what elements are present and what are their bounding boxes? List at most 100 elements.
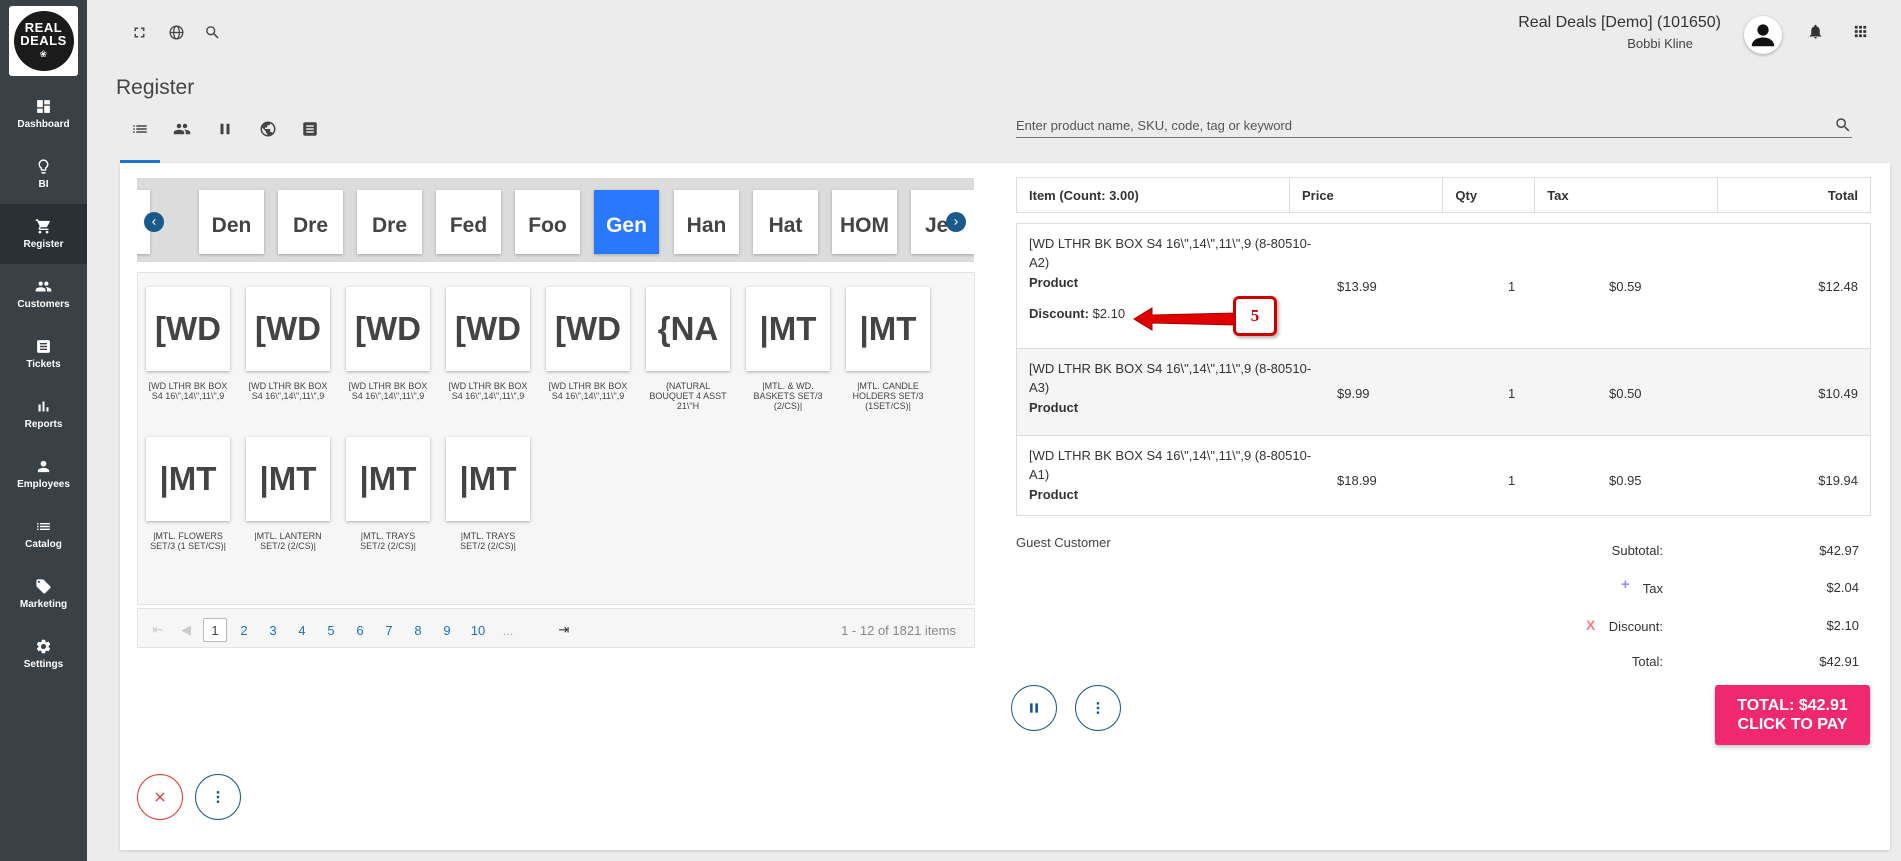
category-button[interactable]: Foo (515, 190, 580, 254)
language-button[interactable] (166, 22, 186, 42)
page-button[interactable]: 10 (466, 618, 490, 642)
cart-row[interactable]: [WD LTHR BK BOX S4 16\",14\",11\",9 (8-8… (1017, 436, 1870, 515)
pause-icon (220, 123, 230, 135)
page-button[interactable]: 9 (435, 618, 459, 642)
sidebar-item-catalog[interactable]: Catalog (0, 504, 87, 564)
page-ellipsis[interactable]: ... (496, 618, 520, 642)
page-button[interactable]: 7 (377, 618, 401, 642)
cart-item-qty[interactable]: 1 (1508, 279, 1515, 294)
sidebar-item-dashboard[interactable]: Dashboard (0, 84, 87, 144)
page-button-current[interactable]: 1 (203, 618, 227, 642)
product-tile[interactable]: [WD [WD LTHR BK BOX S4 16\",14\",11\",9 (546, 287, 630, 401)
cart-header: Item (Count: 3.00) Price Qty Tax Total (1016, 177, 1871, 213)
page-button[interactable]: 2 (232, 618, 256, 642)
page-button[interactable]: 3 (261, 618, 285, 642)
category-button[interactable]: Dre (357, 190, 422, 254)
sidebar-item-employees[interactable]: Employees (0, 444, 87, 504)
cart-item-type: Product (1029, 487, 1079, 502)
category-button[interactable]: Hat (753, 190, 818, 254)
col-total: Total (1827, 187, 1858, 203)
page-button[interactable]: 5 (319, 618, 343, 642)
brand-logo[interactable]: REAL DEALS ❀ (9, 6, 78, 76)
avatar[interactable] (1744, 16, 1782, 54)
product-tile[interactable]: [WD [WD LTHR BK BOX S4 16\",14\",11\",9 (446, 287, 530, 401)
sidebar-item-label: Employees (17, 479, 70, 490)
tag-icon (36, 579, 51, 594)
last-page-button[interactable]: ⇥ (552, 618, 576, 642)
page-button[interactable]: 4 (290, 618, 314, 642)
cart-more-options-button[interactable] (1075, 685, 1121, 731)
category-button[interactable]: Fed (436, 190, 501, 254)
product-tile[interactable]: [WD [WD LTHR BK BOX S4 16\",14\",11\",9 (246, 287, 330, 401)
pagination: ⇤ ◀ 1 2 3 4 5 6 7 8 9 10 ... ⇥ 1 - 12 of… (137, 608, 975, 648)
hold-sale-button[interactable] (1011, 685, 1057, 731)
cart-row[interactable]: [WD LTHR BK BOX S4 16\",14\",11\",9 (8-8… (1017, 349, 1870, 436)
sidebar-item-register[interactable]: Register (0, 204, 87, 264)
cart-item-total: $12.48 (1818, 279, 1858, 294)
product-tile[interactable]: |MT |MTL. LANTERN SET/2 (2/CS)| (246, 437, 330, 551)
tab-customers[interactable] (171, 118, 193, 140)
discount-label: Discount: (1029, 306, 1089, 321)
product-tile-code: |MT (746, 287, 830, 371)
first-page-button[interactable]: ⇤ (146, 618, 170, 642)
product-tile[interactable]: |MT |MTL. TRAYS SET/2 (2/CS)| (446, 437, 530, 551)
sidebar-item-marketing[interactable]: Marketing (0, 564, 87, 624)
product-tile[interactable]: [WD [WD LTHR BK BOX S4 16\",14\",11\",9 (146, 287, 230, 401)
category-button[interactable]: Dre (278, 190, 343, 254)
category-prev-button[interactable] (144, 212, 164, 232)
pay-button[interactable]: TOTAL: $42.91 CLICK TO PAY (1715, 685, 1870, 745)
sidebar-item-reports[interactable]: Reports (0, 384, 87, 444)
cart-item-qty[interactable]: 1 (1508, 473, 1515, 488)
discount-label: Discount: (1608, 619, 1663, 634)
category-next-button[interactable] (946, 212, 966, 232)
bar-chart-icon (38, 401, 49, 412)
dashboard-icon (37, 100, 50, 113)
more-options-button[interactable] (195, 774, 241, 820)
page-button[interactable]: 8 (406, 618, 430, 642)
cancel-sale-button[interactable] (137, 774, 183, 820)
cart-item-tax: $0.95 (1609, 473, 1642, 488)
prev-page-button[interactable]: ◀ (174, 618, 198, 642)
tab-receipts[interactable] (299, 118, 321, 140)
ticket-icon (37, 340, 50, 353)
page-button[interactable]: 6 (348, 618, 372, 642)
globe-icon (260, 121, 276, 137)
product-tile[interactable]: |MT |MTL. FLOWERS SET/3 (1 SET/CS)| (146, 437, 230, 551)
tab-products-list[interactable] (129, 118, 151, 140)
product-tile[interactable]: |MT |MTL. TRAYS SET/2 (2/CS)| (346, 437, 430, 551)
tab-on-hold[interactable] (214, 118, 236, 140)
category-button[interactable]: Han (674, 190, 739, 254)
product-tile[interactable]: {NA {NATURAL BOUQUET 4 ASST 21\"H (646, 287, 730, 411)
user-avatar-icon (1751, 24, 1775, 47)
page-title: Register (116, 76, 195, 99)
cart-item-price: $13.99 (1337, 279, 1377, 294)
category-strip: Den Dre Dre Fed Foo Gen Han Hat HOM Je (137, 178, 974, 262)
list-icon (37, 522, 50, 531)
product-tile[interactable]: [WD [WD LTHR BK BOX S4 16\",14\",11\",9 (346, 287, 430, 401)
person-icon (37, 460, 50, 473)
category-button-active[interactable]: Gen (594, 190, 659, 254)
tab-online-orders[interactable] (257, 118, 279, 140)
fullscreen-button[interactable] (129, 22, 149, 42)
sidebar-item-settings[interactable]: Settings (0, 624, 87, 684)
sidebar-item-tickets[interactable]: Tickets (0, 324, 87, 384)
cart-item-qty[interactable]: 1 (1508, 386, 1515, 401)
product-tile[interactable]: |MT |MTL. & WD. BASKETS SET/3 (2/CS)| (746, 287, 830, 411)
customer-name[interactable]: Guest Customer (1016, 535, 1111, 550)
product-tile-code: |MT (146, 437, 230, 521)
product-name: [WD LTHR BK BOX S4 16\",14\",11\",9 (548, 381, 628, 401)
notifications-button[interactable] (1805, 21, 1825, 41)
sidebar-item-bi[interactable]: BI (0, 144, 87, 204)
search-button[interactable] (202, 22, 222, 42)
product-tile[interactable]: |MT |MTL. CANDLE HOLDERS SET/3 (1SET/CS)… (846, 287, 930, 411)
product-search-input[interactable] (1016, 114, 1816, 136)
search-icon[interactable] (1834, 116, 1852, 134)
cart-item-tax: $0.59 (1609, 279, 1642, 294)
sidebar-item-label: Settings (23, 659, 64, 670)
globe-icon (168, 24, 184, 40)
apps-button[interactable] (1850, 21, 1870, 41)
sidebar-item-customers[interactable]: Customers (0, 264, 87, 324)
category-button[interactable]: Den (199, 190, 264, 254)
total-value: $42.91 (1819, 654, 1859, 669)
category-button[interactable]: HOM (832, 190, 897, 254)
